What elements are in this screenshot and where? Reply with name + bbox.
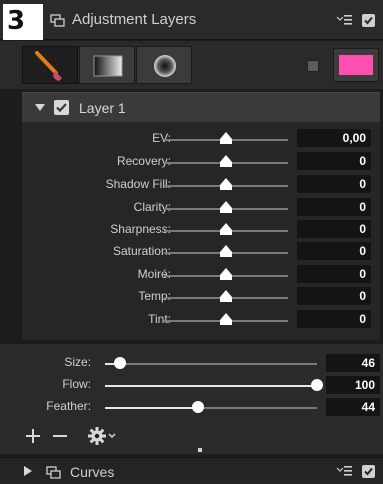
adjustment-row-saturation: Saturation: 0 [22,241,380,263]
slider-thumb[interactable] [311,379,323,391]
brush-value[interactable]: 46 [326,354,380,372]
adjustment-label: Moiré: [137,267,171,281]
curves-header[interactable]: Curves [0,457,383,484]
panel-title: Adjustment Layers [72,11,197,28]
adjustment-row-tint: Tint: 0 [22,309,380,331]
radial-tool-button[interactable] [136,46,192,84]
curves-title: Curves [70,464,115,480]
brush-slider[interactable] [105,407,317,409]
layer-actions [0,424,383,448]
radial-icon [154,55,176,77]
adjustment-row-recovery: Recovery: 0 [22,151,380,173]
brush-label: Flow: [62,377,91,391]
adjustment-value[interactable]: 0 [297,287,371,305]
slider-thumb[interactable] [113,357,126,369]
brush-tool-button[interactable] [22,46,78,84]
brush-row-size: Size: 46 [0,352,383,374]
add-layer-button[interactable] [25,428,41,444]
slider-thumb[interactable] [220,132,232,144]
adjustment-row-ev: EV: 0,00 [22,128,380,150]
slider-thumb[interactable] [220,201,232,213]
curves-menu-icon[interactable] [336,465,352,479]
mask-tool-row [0,41,383,89]
adjustment-value[interactable]: 0 [297,198,371,216]
slider-thumb[interactable] [220,223,232,235]
slider-thumb[interactable] [220,178,232,190]
adjustment-label: Shadow Fill: [105,177,171,191]
adjustment-value[interactable]: 0 [297,175,371,193]
mask-color-button[interactable] [333,48,379,82]
adjustment-layers-header: 3 Adjustment Layers [0,0,383,40]
adjustment-row-sharpness: Sharpness: 0 [22,219,380,241]
adjustment-row-moire: Moiré: 0 [22,264,380,286]
collapse-triangle-icon[interactable] [35,104,45,111]
adjustment-label: Recovery: [116,154,171,168]
layers-icon [50,14,65,27]
adjustment-row-shadow-fill: Shadow Fill: 0 [22,174,380,196]
slider-thumb[interactable] [220,268,232,280]
adjustments-panel: EV: 0,00 Recovery: 0 Shadow Fill: 0 Clar… [22,122,380,340]
remove-layer-button[interactable] [52,428,68,444]
panel-menu-icon[interactable] [336,14,352,28]
slider-fill [105,407,199,409]
expand-triangle-icon[interactable] [24,466,32,476]
layer-name[interactable]: Layer 1 [79,100,126,116]
slider-thumb[interactable] [220,155,232,167]
brush-row-flow: Flow: 100 [0,374,383,396]
brush-icon [35,51,62,81]
adjustment-value[interactable]: 0 [297,310,371,328]
brush-value[interactable]: 100 [326,376,380,394]
brush-value[interactable]: 44 [326,398,380,416]
curves-enabled-checkbox[interactable] [362,465,375,478]
mask-color-swatch [339,55,373,75]
slider-thumb[interactable] [220,245,232,257]
panel-enabled-checkbox[interactable] [362,14,375,27]
step-badge: 3 [3,4,43,40]
adjustment-label: EV: [152,131,171,145]
adjustment-row-clarity: Clarity: 0 [22,197,380,219]
brush-row-feather: Feather: 44 [0,396,383,418]
brush-label: Size: [64,355,91,369]
adjustment-label: Saturation: [112,244,171,258]
adjustment-value[interactable]: 0 [297,242,371,260]
adjustment-row-temp: Temp: 0 [22,286,380,308]
adjustment-value[interactable]: 0,00 [297,129,371,147]
gradient-icon [93,55,123,77]
gear-icon[interactable] [88,426,122,446]
layer-enabled-checkbox[interactable] [54,100,69,115]
slider-thumb[interactable] [192,401,205,413]
slider-fill [105,385,317,387]
adjustment-value[interactable]: 0 [297,152,371,170]
layers-icon [46,466,61,479]
slider-thumb[interactable] [220,290,232,302]
adjustment-label: Clarity: [133,200,171,214]
adjustment-value[interactable]: 0 [297,265,371,283]
adjustment-label: Temp: [138,289,171,303]
brush-slider[interactable] [105,385,317,387]
brush-label: Feather: [46,399,91,413]
brush-slider[interactable] [105,363,317,365]
resize-handle[interactable] [198,448,202,452]
slider-thumb[interactable] [220,313,232,325]
layer-header[interactable]: Layer 1 [22,92,380,122]
adjustment-value[interactable]: 0 [297,220,371,238]
mask-overlay-toggle[interactable] [307,60,319,72]
adjustment-label: Sharpness: [110,222,171,236]
adjustment-label: Tint: [148,312,171,326]
gradient-tool-button[interactable] [79,46,135,84]
